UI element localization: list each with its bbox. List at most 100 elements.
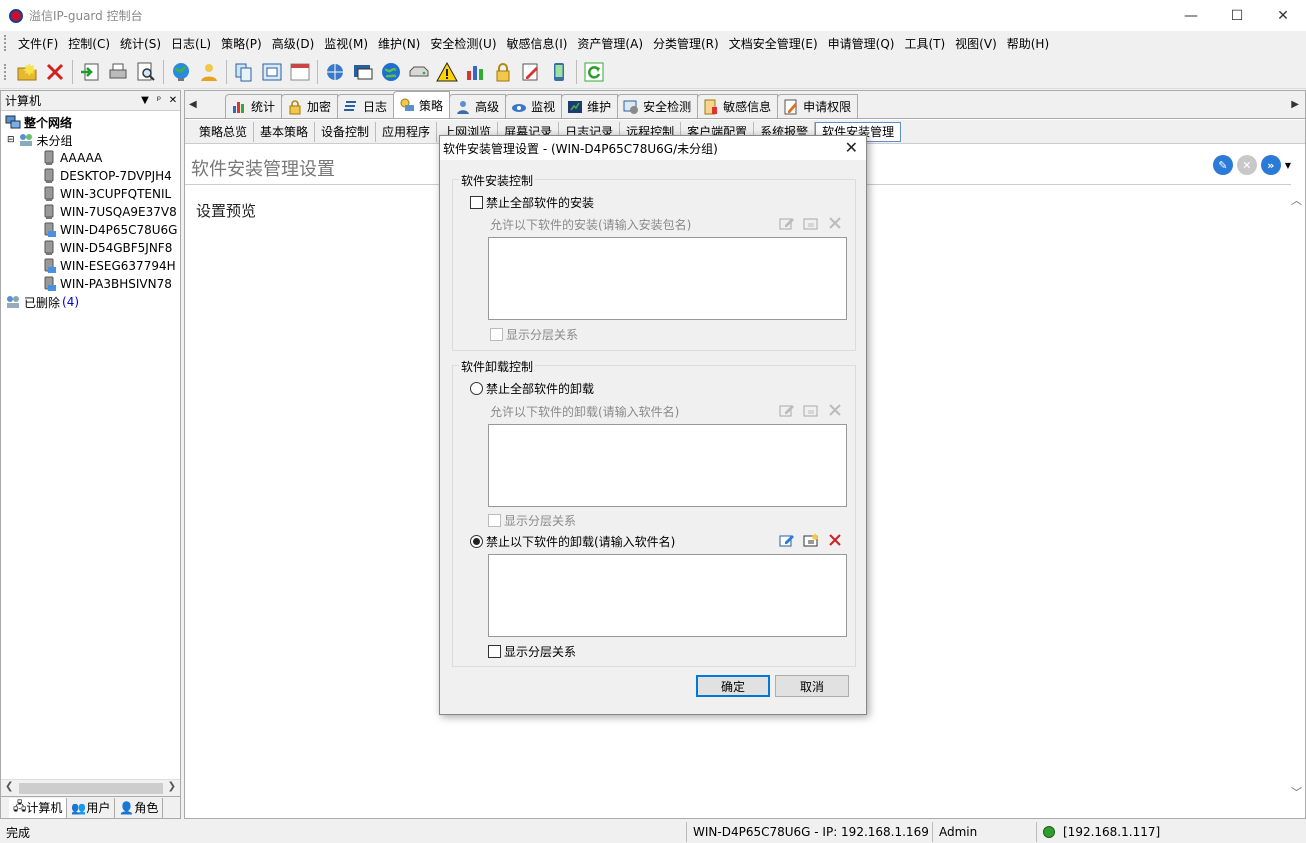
forbid-listed-uninstall-radio[interactable]: 禁止以下软件的卸载(请输入软件名)	[470, 533, 675, 550]
tab-statistics[interactable]: 统计	[225, 94, 283, 118]
tab-apply-permission[interactable]: 申请权限	[777, 94, 859, 118]
network-icon[interactable]	[322, 59, 348, 85]
edit-icon[interactable]: ✎	[1212, 155, 1233, 175]
network-globe-icon[interactable]	[168, 59, 194, 85]
remove-entry-icon[interactable]	[826, 532, 844, 548]
tree-node-group[interactable]: ⊟ 未分组	[1, 131, 180, 149]
menu-help[interactable]: 帮助(H)	[1002, 35, 1054, 52]
menu-statistics[interactable]: 统计(S)	[115, 35, 166, 52]
uninstall-forbid-show-hierarchy-checkbox[interactable]: 显示分层关系	[488, 643, 576, 660]
mobile-device-icon[interactable]	[546, 59, 572, 85]
install-show-hierarchy-checkbox[interactable]: 显示分层关系	[490, 326, 578, 343]
scroll-left-icon[interactable]: ❮	[5, 781, 13, 792]
menu-monitor[interactable]: 监视(M)	[319, 35, 373, 52]
tab-advanced[interactable]: 高级	[449, 94, 507, 118]
chart-icon[interactable]	[462, 59, 488, 85]
content-vertical-scrollbar[interactable]: ︿ ﹀	[1288, 186, 1305, 806]
tree-node-deleted[interactable]: 已删除 (4)	[1, 293, 180, 311]
delete-icon[interactable]	[42, 59, 68, 85]
lock-icon[interactable]	[490, 59, 516, 85]
add-entry-icon[interactable]	[802, 402, 820, 418]
tree-node-computer[interactable]: DESKTOP-7DVPJH4	[1, 167, 180, 185]
drive-icon[interactable]	[406, 59, 432, 85]
checkbox-box[interactable]	[470, 196, 483, 209]
subtab-application[interactable]: 应用程序	[376, 121, 438, 142]
panel-pin-icon[interactable]: ᵖ	[152, 95, 166, 106]
forward-icon[interactable]: »	[1260, 155, 1281, 175]
menu-control[interactable]: 控制(C)	[63, 35, 115, 52]
remove-entry-icon[interactable]	[826, 215, 844, 231]
tree-node-computer[interactable]: WIN-D54GBF5JNF8	[1, 239, 180, 257]
add-entry-icon[interactable]	[802, 215, 820, 231]
menu-application[interactable]: 申请管理(Q)	[823, 35, 900, 52]
edit-entry-icon[interactable]	[778, 532, 796, 548]
dialog-close-icon[interactable]: ✕	[845, 138, 858, 157]
more-dropdown-icon[interactable]: ▼	[1285, 161, 1291, 175]
panel-close-icon[interactable]: ✕	[166, 95, 180, 106]
radio-dot[interactable]	[470, 382, 483, 395]
print-icon[interactable]	[105, 59, 131, 85]
tree-node-computer[interactable]: WIN-3CUPFQTENIL	[1, 185, 180, 203]
checkbox-box[interactable]	[488, 514, 501, 527]
panel-dropdown-icon[interactable]: ▼	[138, 95, 152, 106]
copy-icon[interactable]	[231, 59, 257, 85]
import-icon[interactable]	[77, 59, 103, 85]
tree-node-computer[interactable]: WIN-ESEG637794H	[1, 257, 180, 275]
edit-entry-icon[interactable]	[778, 215, 796, 231]
checkbox-box[interactable]	[488, 645, 501, 658]
tree-node-computer[interactable]: WIN-PA3BHSIVN78	[1, 275, 180, 293]
cancel-button[interactable]: 取消	[775, 675, 849, 697]
subtab-basic-policy[interactable]: 基本策略	[254, 121, 316, 142]
menu-file[interactable]: 文件(F)	[13, 35, 63, 52]
tree-node-root[interactable]: 整个网络	[1, 113, 180, 131]
warning-icon[interactable]	[434, 59, 460, 85]
menu-advanced[interactable]: 高级(D)	[267, 35, 320, 52]
tab-role[interactable]: 👤 角色	[115, 797, 164, 818]
globe-icon[interactable]	[378, 59, 404, 85]
allow-install-list[interactable]	[488, 237, 847, 320]
menu-log[interactable]: 日志(L)	[166, 35, 216, 52]
remove-entry-icon[interactable]	[826, 402, 844, 418]
menu-policy[interactable]: 策略(P)	[216, 35, 267, 52]
subtab-policy-overview[interactable]: 策略总览	[193, 121, 255, 142]
document-edit-icon[interactable]	[518, 59, 544, 85]
minimize-button[interactable]: —	[1168, 0, 1214, 31]
forbid-all-install-checkbox[interactable]: 禁止全部软件的安装	[470, 194, 594, 211]
menu-sensitive-info[interactable]: 敏感信息(I)	[502, 35, 573, 52]
scroll-right-icon[interactable]: ❯	[168, 781, 176, 792]
tab-user[interactable]: 👥 用户	[67, 797, 116, 818]
tab-computer[interactable]: 🖧 计算机	[9, 797, 68, 818]
scroll-up-icon[interactable]: ︿	[1291, 192, 1302, 208]
screen-capture-icon[interactable]	[350, 59, 376, 85]
tab-scroll-right-icon[interactable]: ▶	[1291, 99, 1299, 110]
print-preview-icon[interactable]	[133, 59, 159, 85]
menu-category[interactable]: 分类管理(R)	[648, 35, 724, 52]
tree-node-computer[interactable]: WIN-D4P65C78U6G	[1, 221, 180, 239]
checkbox-box[interactable]	[490, 328, 503, 341]
add-entry-icon[interactable]	[802, 532, 820, 548]
menu-maintenance[interactable]: 维护(N)	[373, 35, 425, 52]
tab-policy[interactable]: 策略	[393, 91, 451, 118]
zoom-window-icon[interactable]	[259, 59, 285, 85]
tab-maintenance[interactable]: 维护	[561, 94, 619, 118]
user-group-icon[interactable]	[196, 59, 222, 85]
menu-asset[interactable]: 资产管理(A)	[572, 35, 648, 52]
tree-node-computer[interactable]: WIN-7USQA9E37V8	[1, 203, 180, 221]
subtab-device-control[interactable]: 设备控制	[315, 121, 377, 142]
uninstall-allow-show-hierarchy-checkbox[interactable]: 显示分层关系	[488, 512, 576, 529]
forbid-uninstall-list[interactable]	[488, 554, 847, 637]
tab-security-check[interactable]: 安全检测	[617, 94, 699, 118]
scroll-down-icon[interactable]: ﹀	[1291, 784, 1302, 800]
tab-log[interactable]: 日志	[337, 94, 395, 118]
menu-document-security[interactable]: 文档安全管理(E)	[724, 35, 823, 52]
menu-tools[interactable]: 工具(T)	[899, 35, 950, 52]
cancel-circle-icon[interactable]: ✕	[1236, 155, 1257, 175]
tree-horizontal-scrollbar[interactable]: ❮ ❯	[1, 779, 180, 796]
menu-view[interactable]: 视图(V)	[950, 35, 1002, 52]
tab-encryption[interactable]: 加密	[281, 94, 339, 118]
scroll-thumb[interactable]	[19, 783, 163, 794]
radio-dot[interactable]	[470, 535, 483, 548]
edit-entry-icon[interactable]	[778, 402, 796, 418]
tab-scroll-left-icon[interactable]: ◀	[189, 99, 197, 110]
menu-security-check[interactable]: 安全检测(U)	[425, 35, 501, 52]
